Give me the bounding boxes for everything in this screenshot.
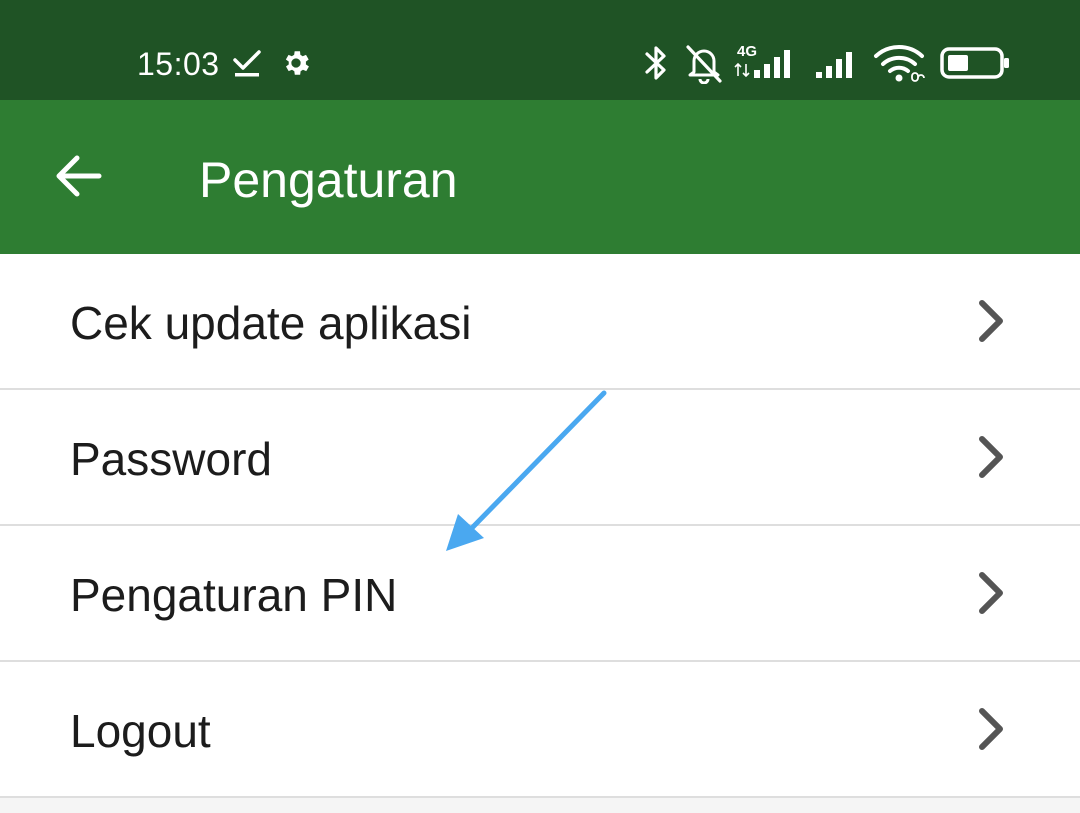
page-title: Pengaturan: [199, 152, 458, 208]
menu-item-label: Password: [70, 433, 272, 485]
chevron-right-icon: [979, 436, 1003, 478]
chevron-right-icon: [979, 708, 1003, 750]
wifi-icon: [874, 45, 925, 82]
menu-item-password[interactable]: Password: [0, 390, 1080, 526]
menu-item-label: Pengaturan PIN: [70, 569, 398, 621]
settings-menu-list: Cek update aplikasi Password Pengaturan …: [0, 254, 1080, 798]
signal-icon: [816, 52, 852, 78]
network-type-label: 4G: [737, 43, 757, 60]
download-done-icon: [233, 50, 261, 77]
battery-icon: [940, 47, 1009, 79]
menu-item-pengaturan-pin[interactable]: Pengaturan PIN: [0, 526, 1080, 662]
chevron-right-icon: [979, 300, 1003, 342]
chevron-right-icon: [979, 572, 1003, 614]
menu-item-label: Cek update aplikasi: [70, 297, 472, 349]
signal-4g-icon: 4G: [734, 43, 790, 78]
notifications-off-icon: [686, 45, 722, 84]
app-bar: Pengaturan: [0, 100, 1080, 254]
arrow-back-icon: [56, 155, 102, 197]
menu-item-label: Logout: [70, 705, 211, 757]
bluetooth-icon: [645, 46, 666, 80]
menu-item-cek-update[interactable]: Cek update aplikasi: [0, 254, 1080, 390]
settings-gear-icon: [285, 51, 309, 75]
back-button[interactable]: [40, 138, 116, 214]
menu-item-logout[interactable]: Logout: [0, 662, 1080, 798]
status-time: 15:03: [137, 46, 220, 82]
status-bar: 15:03 4G: [0, 0, 1080, 100]
